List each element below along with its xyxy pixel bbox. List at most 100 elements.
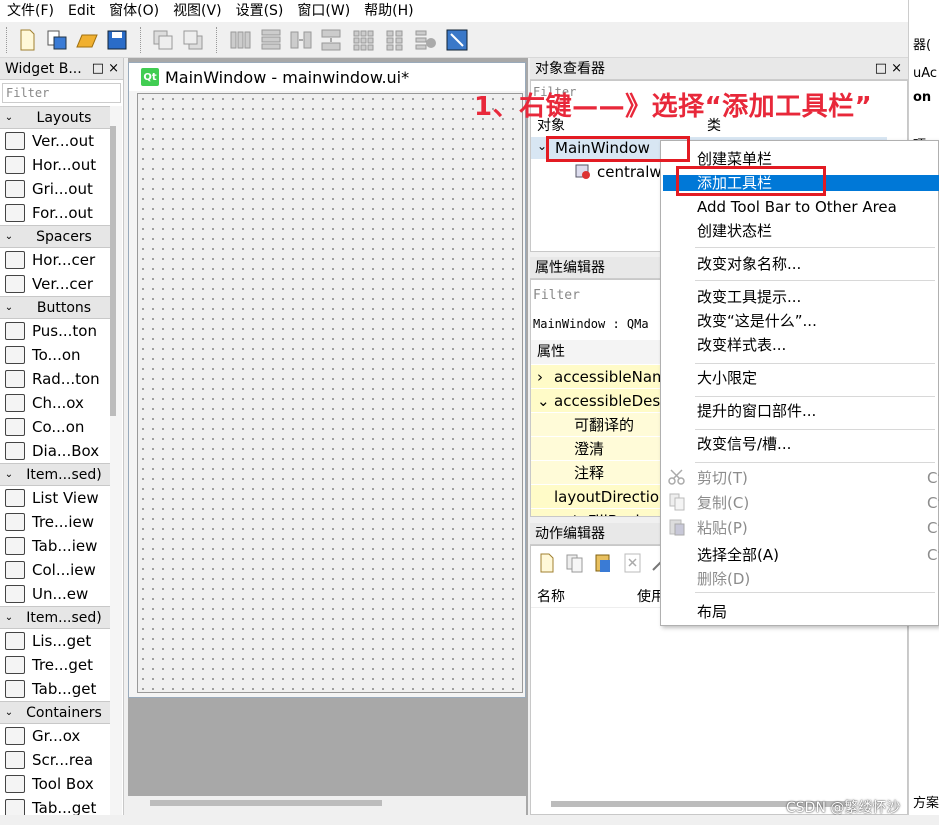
widget-category[interactable]: ⌄ Spacers xyxy=(0,225,110,248)
widget-item[interactable]: Tre...iew xyxy=(0,510,123,534)
context-menu-item[interactable]: 提升的窗口部件... xyxy=(697,400,816,422)
widget-item[interactable]: Pus...ton xyxy=(0,319,123,343)
chevron-down-icon[interactable]: ⌄ xyxy=(0,612,18,623)
layout-horizontal-icon[interactable] xyxy=(228,27,254,53)
layout-grid-icon[interactable] xyxy=(350,27,376,53)
context-menu-item[interactable]: 创建状态栏 xyxy=(697,220,772,242)
widget-item[interactable]: Gr...ox xyxy=(0,724,123,748)
widget-icon xyxy=(5,180,25,198)
new-file-icon[interactable] xyxy=(14,27,40,53)
widget-item[interactable]: Ver...out xyxy=(0,129,123,153)
paste-action-icon[interactable] xyxy=(593,552,613,574)
copy-action-icon[interactable] xyxy=(565,552,585,574)
widget-item[interactable]: Tool Box xyxy=(0,772,123,796)
layout-vertical-icon[interactable] xyxy=(258,27,284,53)
context-menu-item[interactable]: 改变样式表... xyxy=(697,334,786,356)
widget-item[interactable]: Scr...rea xyxy=(0,748,123,772)
widget-icon xyxy=(5,585,25,603)
context-menu-item[interactable]: 改变“这是什么”... xyxy=(697,310,817,332)
widget-category[interactable]: ⌄ Containers xyxy=(0,701,110,724)
menu-view[interactable]: 视图(V) xyxy=(166,0,229,22)
context-menu-item[interactable]: 剪切(T) Ct xyxy=(697,467,939,489)
adjust-size-icon[interactable] xyxy=(444,27,470,53)
widget-item[interactable]: Un...ew xyxy=(0,582,123,606)
widget-item[interactable]: Rad...ton xyxy=(0,367,123,391)
delete-action-icon[interactable] xyxy=(623,552,643,574)
widget-item[interactable]: Dia...Box xyxy=(0,439,123,463)
property-filter-input[interactable]: Filter xyxy=(533,288,580,303)
form-window-title-bar[interactable]: Qt MainWindow - mainwindow.ui* xyxy=(129,63,525,91)
widget-category-label: Layouts xyxy=(36,109,92,126)
column-name[interactable]: 名称 xyxy=(537,586,565,606)
chevron-down-icon[interactable]: ⌄ xyxy=(0,112,18,123)
chevron-down-icon[interactable]: ⌄ xyxy=(0,469,18,480)
toolbar-grip[interactable] xyxy=(6,27,10,53)
chevron-right-icon[interactable]: › xyxy=(537,365,543,389)
paste-icon xyxy=(667,518,687,536)
toolbar-separator xyxy=(140,27,144,53)
chevron-down-icon[interactable]: ⌄ xyxy=(537,389,550,413)
widget-item[interactable]: Lis...get xyxy=(0,629,123,653)
widget-category[interactable]: ⌄ Layouts xyxy=(0,106,110,129)
context-menu-item[interactable]: 改变对象名称... xyxy=(697,253,801,275)
dock-buttons[interactable]: □ × xyxy=(875,58,902,80)
context-menu-item-label: 改变“这是什么”... xyxy=(697,312,817,330)
break-layout-icon[interactable] xyxy=(412,27,438,53)
widget-item[interactable]: Hor...out xyxy=(0,153,123,177)
menu-window[interactable]: 窗口(W) xyxy=(290,0,357,22)
widget-item[interactable]: Co...on xyxy=(0,415,123,439)
menu-form[interactable]: 窗体(O) xyxy=(102,0,166,22)
open-folder-icon[interactable] xyxy=(74,27,100,53)
widget-item[interactable]: Tab...get xyxy=(0,677,123,701)
splitter-vertical-icon[interactable] xyxy=(318,27,344,53)
context-menu-item[interactable]: 删除(D) xyxy=(697,568,750,590)
open-file-icon[interactable] xyxy=(44,27,70,53)
mdi-horizontal-scrollbar[interactable] xyxy=(128,796,526,815)
scrollbar-thumb[interactable] xyxy=(150,800,382,806)
menu-file[interactable]: 文件(F) xyxy=(0,0,61,22)
widget-item[interactable]: Tre...get xyxy=(0,653,123,677)
send-back-icon[interactable] xyxy=(180,27,206,53)
chevron-down-icon[interactable]: ⌄ xyxy=(0,302,18,313)
widget-item[interactable]: Ch...ox xyxy=(0,391,123,415)
context-menu-item[interactable]: 改变工具提示... xyxy=(697,286,801,308)
menu-help[interactable]: 帮助(H) xyxy=(357,0,420,22)
context-menu-item[interactable]: 粘贴(P) Ct xyxy=(697,517,939,539)
widget-category[interactable]: ⌄ Item...sed) xyxy=(0,606,110,629)
context-menu-item[interactable]: 改变信号/槽... xyxy=(697,433,791,455)
widget-box-scrollbar-thumb[interactable] xyxy=(110,126,116,416)
widget-item[interactable]: For...out xyxy=(0,201,123,225)
chevron-down-icon[interactable]: ⌄ xyxy=(0,231,18,242)
widget-item[interactable]: Gri...out xyxy=(0,177,123,201)
splitter-horizontal-icon[interactable] xyxy=(288,27,314,53)
widget-item[interactable]: Tab...get xyxy=(0,796,123,815)
widget-item[interactable]: Hor...cer xyxy=(0,248,123,272)
dock-buttons[interactable]: □ × xyxy=(92,58,119,80)
widget-item-label: Hor...out xyxy=(32,156,97,174)
widget-category[interactable]: ⌄ Item...sed) xyxy=(0,463,110,486)
context-menu-item-label: 改变信号/槽... xyxy=(697,435,792,453)
context-menu-item-label: 布局 xyxy=(697,603,728,621)
widget-item[interactable]: To...on xyxy=(0,343,123,367)
new-action-icon[interactable] xyxy=(537,552,557,574)
context-menu-item-label: 创建状态栏 xyxy=(697,222,773,240)
widget-category[interactable]: ⌄ Buttons xyxy=(0,296,110,319)
save-icon[interactable] xyxy=(104,27,130,53)
layout-form-icon[interactable] xyxy=(382,27,408,53)
bring-front-icon[interactable] xyxy=(150,27,176,53)
widget-item[interactable]: List View xyxy=(0,486,123,510)
context-menu-item[interactable]: 大小限定 xyxy=(697,367,757,389)
widget-item[interactable]: Ver...cer xyxy=(0,272,123,296)
widget-box-title: Widget B... □ × xyxy=(0,58,123,80)
context-menu-item[interactable]: 布局 xyxy=(697,601,727,623)
context-menu-item[interactable]: Add Tool Bar to Other Area xyxy=(697,196,897,218)
widget-item[interactable]: Tab...iew xyxy=(0,534,123,558)
context-menu-item[interactable]: 复制(C) Ct xyxy=(697,492,939,514)
widget-item[interactable]: Col...iew xyxy=(0,558,123,582)
menu-settings[interactable]: 设置(S) xyxy=(229,0,291,22)
widget-filter-input[interactable]: Filter xyxy=(2,83,121,103)
menu-edit[interactable]: Edit xyxy=(61,0,102,22)
chevron-down-icon[interactable]: ⌄ xyxy=(0,707,18,718)
form-canvas[interactable] xyxy=(137,93,523,693)
context-menu-item[interactable]: 选择全部(A) Ct xyxy=(697,544,939,566)
